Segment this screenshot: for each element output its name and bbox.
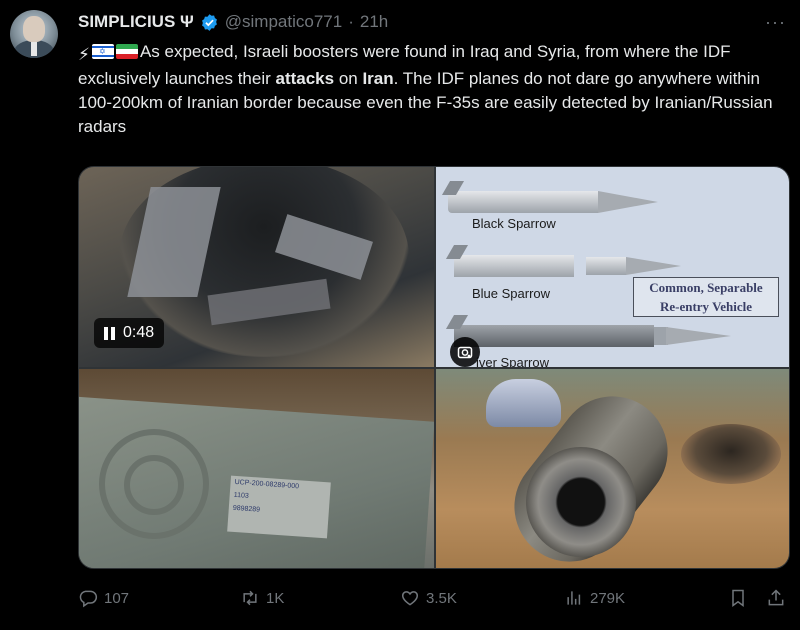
- more-options-button[interactable]: ···: [765, 12, 786, 33]
- ring-shape: [124, 455, 184, 515]
- serial-decal: UCP-200-08289-000 1103 9898289: [227, 475, 331, 539]
- action-bar: 107 1K 3.5K 279K: [78, 584, 790, 614]
- reply-button[interactable]: 107: [78, 588, 129, 608]
- avatar-face: [23, 16, 45, 42]
- csrv-callout-line2: Re-entry Vehicle: [659, 299, 753, 314]
- tweet-text: ⚡ ✡ As expected, Israeli boosters were fou…: [78, 40, 784, 139]
- author-handle[interactable]: @simpatico771: [225, 12, 342, 32]
- views-button[interactable]: 279K: [564, 588, 625, 608]
- media-grid: 0:48 Black Sparrow Blue Sparrow iver Spa…: [78, 166, 790, 569]
- verified-badge-icon: [201, 13, 217, 31]
- csrv-callout: Common, Separable Re-entry Vehicle: [633, 277, 779, 317]
- share-icon: [768, 589, 784, 606]
- separator-dot: ·: [348, 12, 354, 31]
- share-button[interactable]: [766, 588, 786, 608]
- iran-flag-icon: [115, 44, 138, 59]
- reply-icon: [79, 590, 98, 608]
- csrv-callout-line1: Common, Separable: [649, 280, 763, 295]
- video-duration-badge[interactable]: 0:48: [94, 318, 165, 348]
- booster-nozzle-shape: [526, 447, 636, 557]
- reply-count: 107: [104, 589, 130, 607]
- views-icon: [567, 591, 581, 605]
- black-sparrow-missile: [448, 191, 598, 213]
- silver-sparrow-missile: [454, 325, 654, 347]
- missile-tip: [666, 327, 731, 345]
- bookmark-icon: [732, 589, 744, 607]
- diagram-tile[interactable]: Black Sparrow Blue Sparrow iver Sparrow …: [436, 167, 789, 367]
- missile-tip: [626, 257, 681, 275]
- repost-count: 1K: [266, 589, 285, 607]
- like-button[interactable]: 3.5K: [400, 588, 457, 608]
- blue-sparrow-missile: [454, 255, 574, 277]
- avatar-tie: [31, 42, 37, 56]
- tweet-header: SIMPLICIUS Ψ @simpatico771 · 21h: [78, 10, 388, 34]
- tweet-bold-attacks: attacks: [275, 69, 335, 88]
- diagram-label-black-sparrow: Black Sparrow: [472, 216, 556, 231]
- repost-icon: [243, 590, 257, 606]
- missile-tip: [598, 191, 658, 213]
- author-name[interactable]: SIMPLICIUS Ψ: [78, 12, 194, 32]
- debris-photo-tile-2[interactable]: [436, 369, 789, 568]
- view-count: 279K: [590, 589, 626, 607]
- timestamp[interactable]: 21h: [360, 12, 388, 32]
- cloth-shape: [486, 379, 561, 427]
- tweet-text-part-2: on: [334, 69, 363, 88]
- video-tile[interactable]: 0:48: [79, 167, 434, 367]
- pause-icon: [104, 326, 115, 340]
- video-duration: 0:48: [123, 324, 155, 341]
- diagram-label-blue-sparrow: Blue Sparrow: [472, 286, 551, 301]
- repost-button[interactable]: 1K: [240, 588, 284, 608]
- bowl-debris-shape: [681, 424, 781, 484]
- diagram-label-silver-sparrow: iver Sparrow: [476, 355, 549, 367]
- tweet-bold-iran: Iran: [362, 69, 394, 88]
- google-lens-icon[interactable]: [450, 337, 480, 367]
- reentry-vehicle-body: [586, 257, 626, 275]
- debris-photo-tile-1[interactable]: UCP-200-08289-000 1103 9898289: [79, 369, 434, 568]
- like-icon: [401, 591, 419, 606]
- israel-flag-icon: ✡: [91, 44, 114, 59]
- like-count: 3.5K: [426, 589, 457, 607]
- lightning-emoji: ⚡: [78, 45, 90, 64]
- bookmark-button[interactable]: [728, 588, 748, 608]
- avatar[interactable]: [10, 10, 58, 58]
